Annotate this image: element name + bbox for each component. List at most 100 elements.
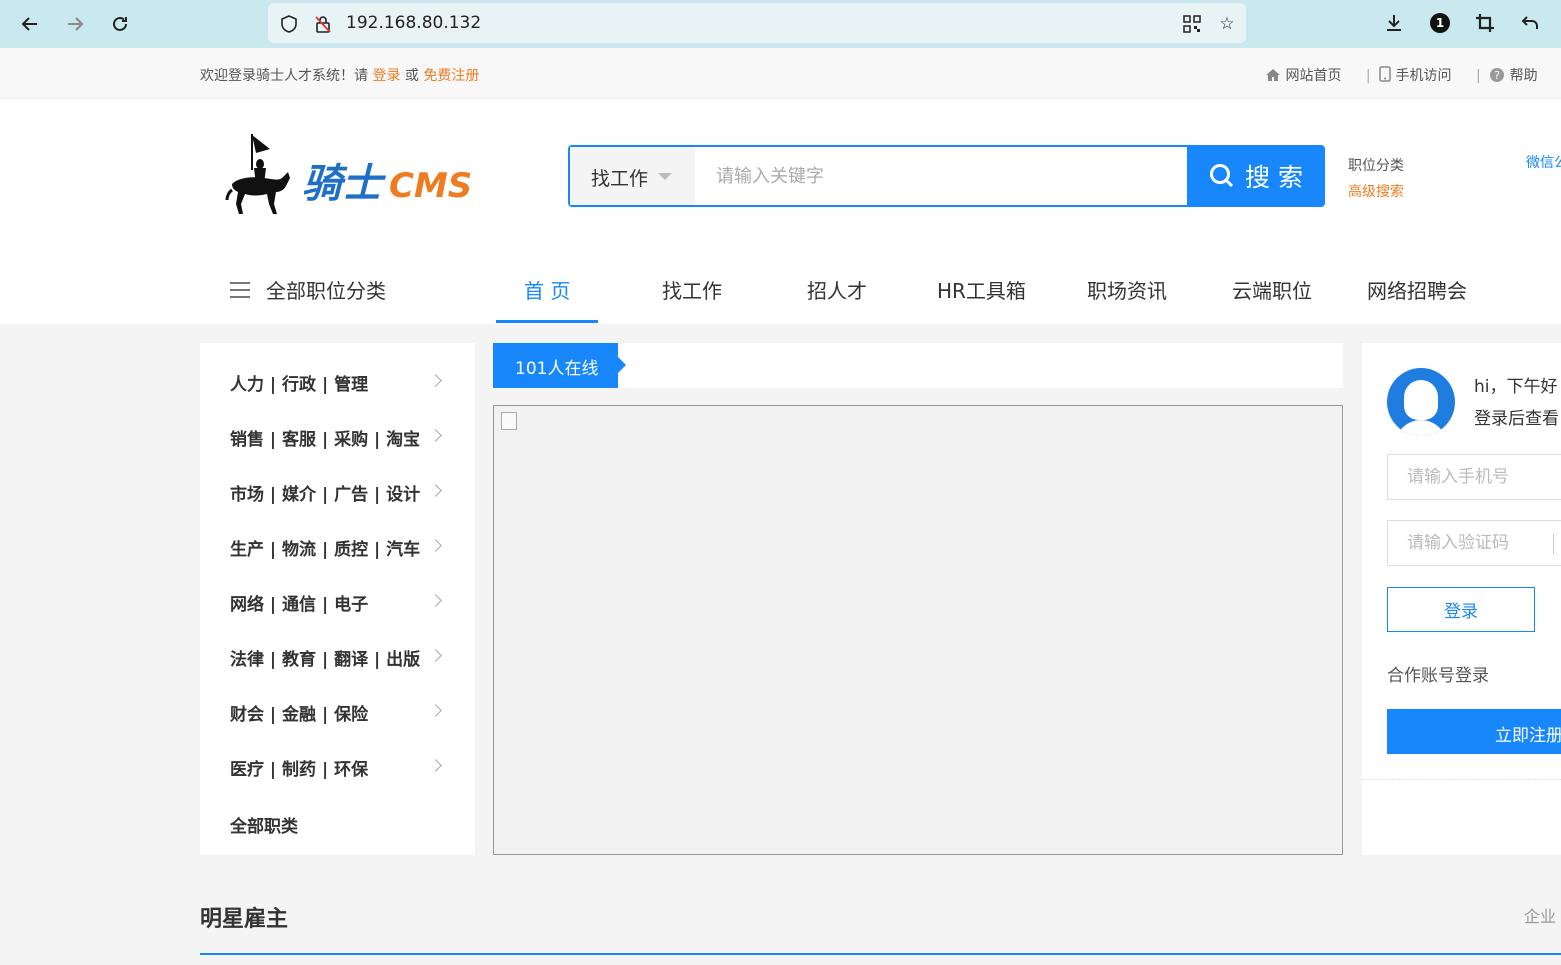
qr-code-icon[interactable] [1181, 13, 1203, 35]
home-icon [1266, 69, 1280, 81]
online-count-badge: 101人在线 [493, 343, 626, 388]
search-input[interactable] [695, 147, 1185, 205]
nav-find-job[interactable]: 找工作 [662, 275, 722, 304]
mobile-icon [1379, 66, 1391, 82]
all-categories-label: 全部职位分类 [266, 279, 386, 303]
category-item[interactable]: 市场 | 媒介 | 广告 | 设计 [230, 480, 420, 505]
address-bar[interactable]: 192.168.80.132 ☆ [268, 3, 1246, 43]
job-category-link[interactable]: 职位分类 [1348, 153, 1404, 179]
nav-recruit[interactable]: 招人才 [807, 275, 867, 304]
bookmark-star-icon[interactable]: ☆ [1216, 13, 1238, 35]
category-item[interactable]: 人力 | 行政 | 管理 [230, 370, 368, 395]
shield-icon[interactable] [278, 13, 300, 35]
greeting-text: hi，下午好 [1474, 377, 1558, 397]
banner-image[interactable] [493, 405, 1343, 855]
mobile-link[interactable]: 手机访问 [1379, 66, 1460, 84]
search-extra-links: 职位分类 高级搜索 [1348, 153, 1404, 205]
login-link[interactable]: 登录 [372, 68, 400, 84]
nav-hr-tools[interactable]: HR工具箱 [937, 275, 1026, 304]
nav-career-news[interactable]: 职场资讯 [1087, 275, 1167, 304]
register-button[interactable]: 立即注册 [1387, 709, 1561, 754]
help-link[interactable]: ? 帮助 [1489, 68, 1541, 84]
main-nav: 全部职位分类 首 页 找工作 招人才 HR工具箱 职场资讯 云端职位 网络招聘会 [0, 264, 1561, 324]
avatar [1387, 368, 1455, 436]
notification-badge: 1 [1430, 13, 1450, 33]
online-count-bar: 101人在线 [493, 343, 1343, 388]
category-item[interactable]: 生产 | 物流 | 质控 | 汽车 [230, 535, 420, 560]
arrow-right-icon [68, 17, 84, 31]
search-type-dropdown[interactable]: 找工作 [570, 147, 695, 205]
login-panel: hi，下午好 登录后查看 登录 合作账号登录 立即注册 [1362, 343, 1561, 855]
home-link-label: 网站首页 [1285, 68, 1342, 84]
extension-badge-button[interactable]: 1 [1427, 10, 1453, 36]
section-underline [200, 953, 1561, 955]
reload-icon [113, 16, 127, 31]
or-text: 或 [404, 68, 419, 84]
nav-online-job-fair[interactable]: 网络招聘会 [1367, 275, 1467, 304]
category-item[interactable]: 销售 | 客服 | 采购 | 淘宝 [230, 425, 420, 450]
reload-button[interactable] [106, 10, 134, 38]
search-type-label: 找工作 [591, 168, 649, 190]
chevron-right-icon [429, 649, 442, 662]
search-icon [1210, 164, 1234, 188]
input-divider [1553, 534, 1554, 554]
chevron-right-icon [429, 759, 442, 772]
chevron-right-icon [429, 374, 442, 387]
advanced-search-link[interactable]: 高级搜索 [1348, 179, 1404, 205]
crop-button[interactable] [1472, 10, 1498, 36]
search-button-label: 搜 索 [1245, 163, 1303, 192]
login-button[interactable]: 登录 [1387, 587, 1535, 632]
logo-text: 骑士 [302, 161, 387, 207]
downloads-button[interactable] [1381, 10, 1407, 36]
phone-input[interactable] [1387, 454, 1561, 500]
site-header: 骑士 CMS 找工作 搜 索 职位分类 高级搜索 微信公 全部职位分类 首 页 … [0, 99, 1561, 324]
crop-icon [1476, 14, 1494, 32]
category-item[interactable]: 网络 | 通信 | 电子 [230, 590, 368, 615]
welcome-text: 欢迎登录骑士人才系统！请 [200, 68, 368, 84]
all-categories-link[interactable]: 全部职类 [230, 812, 298, 837]
welcome-message: 欢迎登录骑士人才系统！请 登录 或 免费注册 [200, 65, 479, 85]
menu-icon [230, 281, 250, 298]
all-categories-menu[interactable]: 全部职位分类 [230, 275, 386, 304]
svg-text:?: ? [1494, 69, 1500, 82]
caret-down-icon [658, 173, 672, 180]
nav-cloud-jobs[interactable]: 云端职位 [1232, 275, 1312, 304]
undo-button[interactable] [1517, 10, 1543, 36]
undo-icon [1521, 16, 1538, 29]
search-button[interactable]: 搜 索 [1187, 145, 1325, 207]
back-button[interactable] [16, 10, 44, 38]
chevron-right-icon [429, 594, 442, 607]
help-link-label: 帮助 [1509, 68, 1538, 84]
top-right-links: 网站首页 | 手机访问 | ? 帮助 [1265, 65, 1546, 85]
site-logo[interactable]: 骑士 CMS [224, 132, 474, 222]
job-category-panel: 人力 | 行政 | 管理 销售 | 客服 | 采购 | 淘宝 市场 | 媒介 |… [200, 343, 475, 855]
arrow-left-icon [21, 17, 37, 31]
partner-login-label: 合作账号登录 [1387, 666, 1489, 686]
nav-home[interactable]: 首 页 [524, 275, 570, 304]
insecure-lock-icon[interactable] [312, 13, 334, 35]
category-item[interactable]: 医疗 | 制药 | 环保 [230, 755, 368, 780]
verification-code-input[interactable] [1387, 520, 1561, 566]
chevron-right-icon [429, 429, 442, 442]
help-icon: ? [1490, 68, 1505, 82]
url-text[interactable]: 192.168.80.132 [346, 13, 481, 33]
register-link[interactable]: 免费注册 [423, 68, 479, 84]
home-link[interactable]: 网站首页 [1265, 68, 1350, 84]
download-icon [1387, 15, 1401, 31]
category-item[interactable]: 财会 | 金融 | 保险 [230, 700, 368, 725]
chevron-right-icon [429, 704, 442, 717]
company-more-link[interactable]: 企业 [1524, 903, 1556, 927]
browser-toolbar: 192.168.80.132 ☆ 1 [0, 0, 1561, 48]
search-box: 找工作 搜 索 [568, 145, 1325, 207]
forward-button[interactable] [61, 10, 89, 38]
knight-logo-icon: 骑士 CMS [225, 134, 472, 214]
svg-text:CMS: CMS [389, 166, 472, 206]
login-hint: 登录后查看 [1474, 409, 1559, 429]
active-nav-indicator [496, 320, 598, 323]
chevron-right-icon [429, 484, 442, 497]
star-employers-title: 明星雇主 [200, 907, 289, 932]
divider [1362, 779, 1561, 780]
chevron-right-icon [429, 539, 442, 552]
category-item[interactable]: 法律 | 教育 | 翻译 | 出版 [230, 645, 420, 670]
weixin-link[interactable]: 微信公 [1526, 152, 1561, 172]
